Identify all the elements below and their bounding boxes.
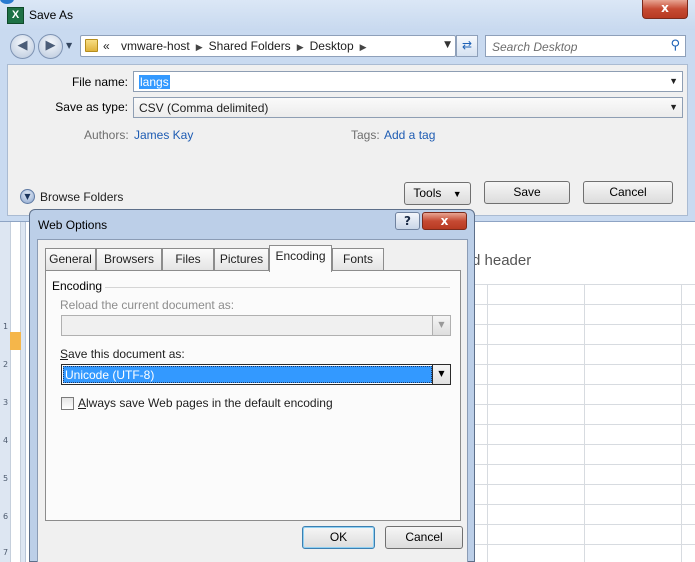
tab-browsers[interactable]: Browsers	[96, 248, 162, 270]
forward-arrow-icon: ▶	[45, 38, 56, 53]
search-input[interactable]	[492, 39, 662, 54]
default-encoding-checkbox[interactable]	[61, 397, 74, 410]
breadcrumb-shared-folders[interactable]: Shared Folders	[209, 39, 291, 53]
tab-fonts[interactable]: Fonts	[332, 248, 384, 270]
save-type-select[interactable]: CSV (Comma delimited) ▼	[133, 97, 683, 118]
save-type-value: CSV (Comma delimited)	[139, 101, 269, 115]
web-options-body: General Browsers Files Pictures Encoding…	[37, 239, 468, 562]
web-options-dialog: Web Options ? x General Browsers Files P…	[29, 209, 475, 562]
cancel-button[interactable]: Cancel	[583, 181, 673, 204]
file-name-label: File name:	[71, 75, 128, 89]
save-doc-chevron-down-icon[interactable]: ▼	[432, 365, 450, 384]
ruler-number: 3	[3, 398, 9, 407]
app-orb-icon	[0, 0, 14, 4]
save-doc-as-value: Unicode (UTF-8)	[63, 366, 432, 383]
reload-chevron-down-icon[interactable]: ▼	[432, 316, 450, 335]
ruler-number: 6	[3, 512, 9, 521]
back-button[interactable]: ◀	[10, 34, 35, 59]
reload-as-select[interactable]: ▼	[61, 315, 451, 336]
tools-label: Tools	[413, 186, 442, 200]
ruler-number: 7	[3, 548, 9, 557]
tools-button[interactable]: Tools ▼	[404, 182, 471, 205]
reload-as-label: Reload the current document as:	[60, 298, 235, 312]
refresh-icon: ⇄	[461, 38, 473, 52]
breadcrumb-separator-icon[interactable]: ▶	[360, 42, 367, 52]
back-arrow-icon: ◀	[17, 38, 28, 53]
encoding-group-label: Encoding	[52, 279, 103, 293]
ruler-number: 1	[3, 322, 9, 331]
save-type-chevron-down-icon[interactable]: ▼	[669, 102, 678, 112]
breadcrumb: « vmware-host ▶ Shared Folders ▶ Desktop ▶	[103, 39, 373, 53]
file-name-value[interactable]: langs	[139, 75, 170, 89]
ok-button[interactable]: OK	[302, 526, 375, 549]
breadcrumb-separator-icon[interactable]: ▶	[196, 42, 203, 52]
close-button[interactable]: x	[642, 0, 688, 19]
file-name-field[interactable]: langs ▼	[133, 71, 683, 92]
search-box[interactable]: ⚲	[485, 35, 686, 57]
save-type-label: Save as type:	[55, 100, 128, 114]
authors-value[interactable]: James Kay	[134, 128, 193, 142]
refresh-button[interactable]: ⇄	[456, 35, 478, 57]
folder-icon	[85, 39, 98, 52]
excel-icon: X	[7, 7, 24, 24]
save-doc-as-select[interactable]: Unicode (UTF-8) ▼	[61, 364, 451, 385]
header-placeholder-text[interactable]: d header	[472, 252, 531, 269]
address-dropdown-chevron-down-icon[interactable]: ▼	[444, 40, 451, 50]
ruler-highlight	[10, 332, 21, 350]
add-tag-link[interactable]: Add a tag	[384, 128, 435, 142]
forward-button[interactable]: ▶	[38, 34, 63, 59]
web-options-title: Web Options	[38, 218, 108, 232]
web-options-cancel-button[interactable]: Cancel	[385, 526, 463, 549]
browse-folders-label: Browse Folders	[40, 190, 124, 204]
group-divider	[105, 287, 450, 288]
ruler-number: 4	[3, 436, 9, 445]
ruler-number: 2	[3, 360, 9, 369]
address-bar[interactable]: « vmware-host ▶ Shared Folders ▶ Desktop ▶ ▼	[80, 35, 456, 57]
save-as-dialog: X Save As x ◀ ▶ ▼ « vmware-host ▶ Shared F…	[0, 0, 695, 222]
search-icon[interactable]: ⚲	[670, 38, 680, 53]
default-encoding-label[interactable]: Always save Web pages in the default enc…	[78, 396, 333, 410]
tab-pictures[interactable]: Pictures	[214, 248, 269, 270]
breadcrumb-separator-icon[interactable]: ▶	[297, 42, 304, 52]
tab-files[interactable]: Files	[162, 248, 214, 270]
breadcrumb-desktop[interactable]: Desktop	[310, 39, 354, 53]
chevron-down-icon: ▼	[20, 189, 35, 204]
save-button[interactable]: Save	[484, 181, 570, 204]
tools-chevron-down-icon: ▼	[452, 189, 462, 199]
dialog-title: Save As	[29, 8, 74, 22]
vertical-ruler: 1 2 3 4 5 6 7	[0, 222, 26, 562]
tab-encoding[interactable]: Encoding	[269, 245, 332, 272]
tags-label: Tags:	[351, 128, 380, 142]
cell-grid[interactable]	[474, 284, 695, 562]
breadcrumb-vmware-host[interactable]: vmware-host	[121, 39, 190, 53]
save-as-titlebar[interactable]: X Save As x	[0, 0, 695, 30]
web-options-close-button[interactable]: x	[422, 212, 467, 230]
help-button[interactable]: ?	[395, 212, 420, 230]
ruler-number: 5	[3, 474, 9, 483]
recent-pages-chevron-down-icon[interactable]: ▼	[66, 41, 72, 50]
save-doc-as-label: Save this document as:	[60, 347, 185, 361]
breadcrumb-overflow[interactable]: «	[103, 39, 110, 53]
tab-general[interactable]: General	[45, 248, 96, 270]
authors-label: Authors:	[84, 128, 129, 142]
file-name-chevron-down-icon[interactable]: ▼	[669, 76, 678, 86]
